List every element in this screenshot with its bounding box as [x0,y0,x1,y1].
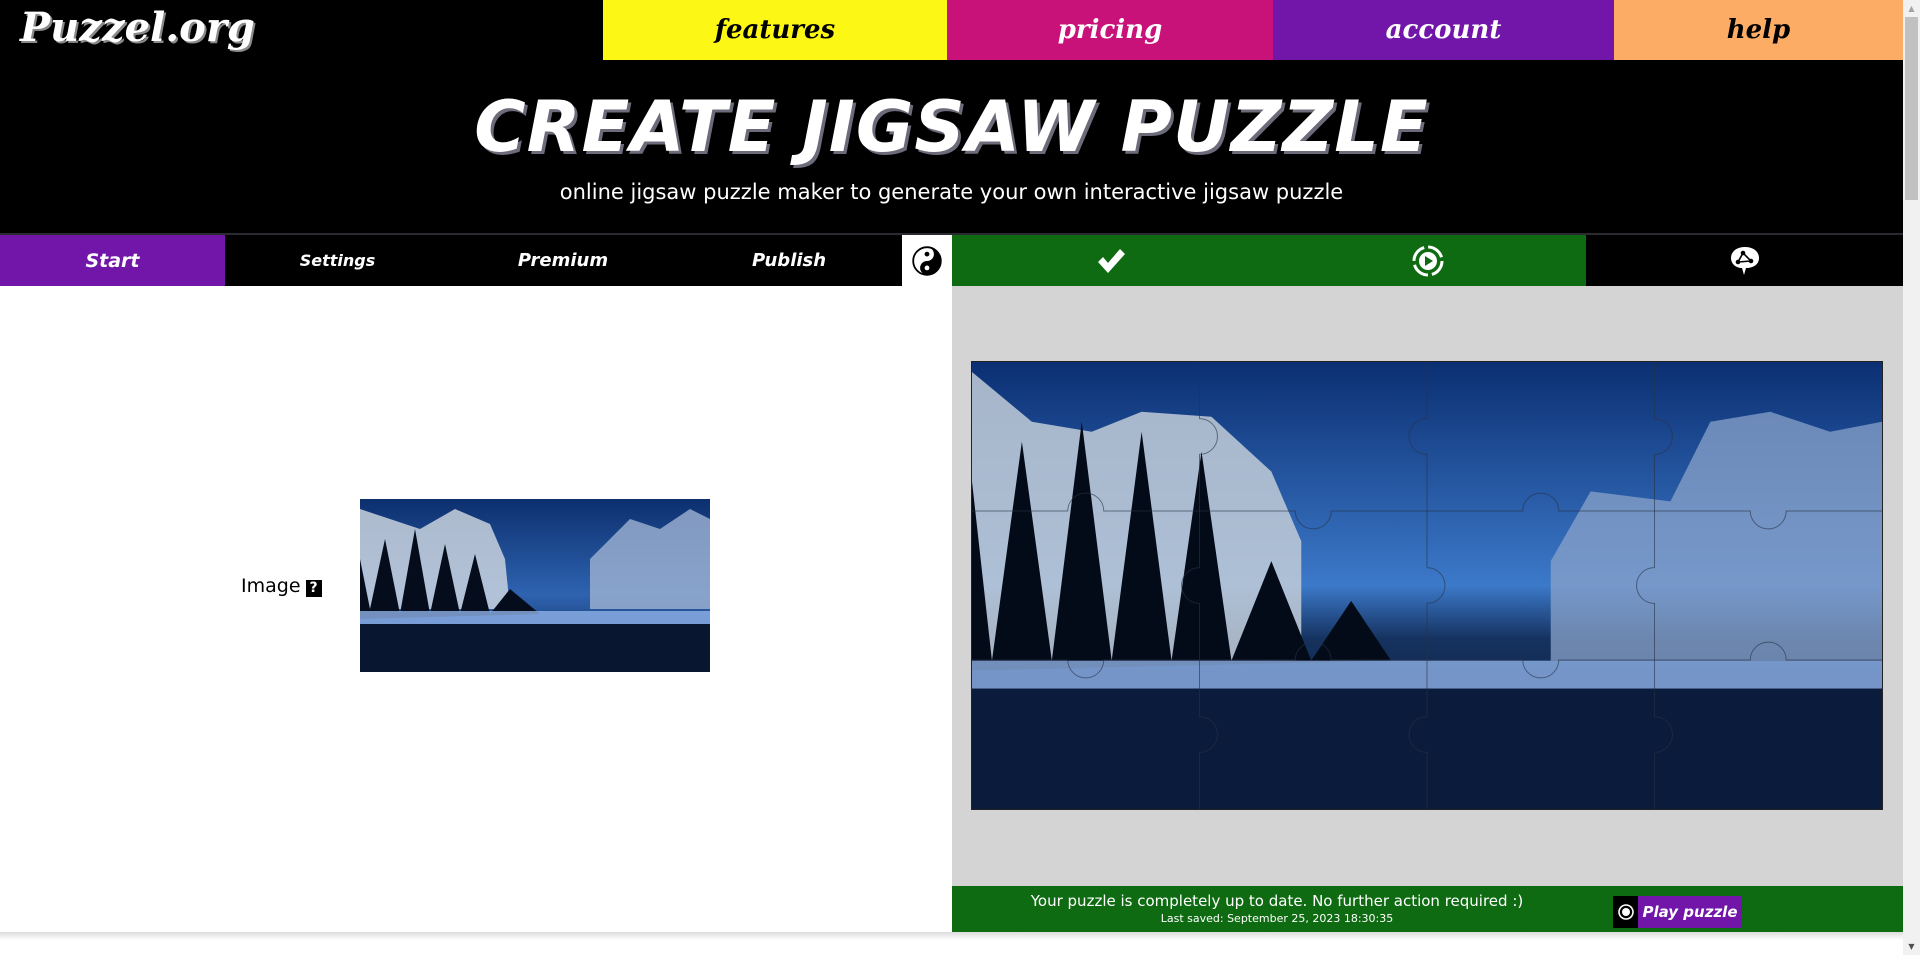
page-scrollbar[interactable]: ▲ ▼ [1903,0,1920,955]
status-bar: Your puzzle is completely up to date. No… [952,886,1903,932]
scroll-up-arrow-icon[interactable]: ▲ [1903,0,1920,17]
save-check-button[interactable] [952,235,1270,286]
play-puzzle-button[interactable]: Play puzzle [1613,896,1742,928]
page: Puzzel.org features pricing account help… [0,0,1903,955]
last-saved-text: Last saved: September 25, 2023 18:30:35 [1160,912,1394,925]
theme-toggle-button[interactable] [902,235,952,286]
page-title: CREATE JIGSAW PUZZLE [474,86,1429,168]
tab-settings[interactable]: Settings [225,235,450,286]
checkmark-icon [1097,248,1125,273]
nav-help[interactable]: help [1614,0,1903,60]
share-bubble-icon [1730,246,1759,275]
nav-account[interactable]: account [1273,0,1614,60]
site-header: Puzzel.org features pricing account help… [0,0,1903,235]
share-button[interactable] [1586,235,1903,286]
image-thumbnail[interactable] [360,499,710,672]
tab-publish[interactable]: Publish [676,235,902,286]
site-logo[interactable]: Puzzel.org [20,4,255,51]
help-icon[interactable]: ? [305,579,322,597]
play-preview-button[interactable] [1269,235,1586,286]
play-puzzle-label: Play puzzle [1638,896,1742,928]
scroll-down-arrow-icon[interactable]: ▼ [1903,938,1920,955]
play-circle-icon [1617,904,1634,920]
content-bottom-shadow [0,932,1903,940]
tab-start[interactable]: Start [0,235,225,286]
editor-tabbar: Start Settings Premium Publish [0,235,1903,286]
image-field-label: Image ? [241,575,322,597]
puzzle-preview[interactable] [971,361,1883,810]
play-puzzle-icon-box [1613,896,1638,928]
status-message: Your puzzle is completely up to date. No… [1030,892,1524,910]
nav-pricing[interactable]: pricing [947,0,1273,60]
play-circle-icon [1412,245,1443,276]
tab-premium[interactable]: Premium [450,235,676,286]
yin-yang-icon [912,245,942,276]
image-label-text: Image [241,575,301,597]
scrollbar-thumb[interactable] [1905,17,1918,200]
nav-features[interactable]: features [603,0,947,60]
page-subtitle: online jigsaw puzzle maker to generate y… [559,180,1344,204]
